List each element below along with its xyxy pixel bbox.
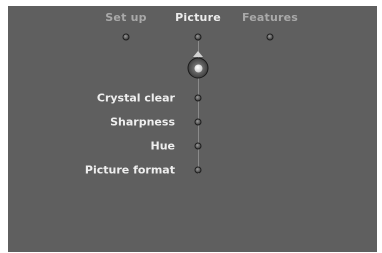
cursor-highlight-icon	[194, 64, 202, 72]
menu-item-picture-format-dot-icon[interactable]	[194, 166, 202, 174]
menu-item-sharpness-dot-icon[interactable]	[194, 118, 202, 126]
menu-item-hue-dot-icon[interactable]	[194, 142, 202, 150]
tab-features-dot-icon[interactable]	[266, 33, 274, 41]
menu-item-picture-format[interactable]: Picture format	[85, 164, 175, 177]
tab-setup-dot-icon[interactable]	[122, 33, 130, 41]
selected-item-cursor-icon[interactable]	[187, 57, 209, 79]
tab-picture-dot-icon[interactable]	[194, 33, 202, 41]
menu-item-hue[interactable]: Hue	[151, 140, 176, 153]
tab-picture[interactable]: Picture	[175, 11, 221, 24]
scroll-up-arrow-icon	[193, 51, 203, 57]
tab-features[interactable]: Features	[242, 11, 298, 24]
tab-setup[interactable]: Set up	[105, 11, 146, 24]
menu-item-sharpness[interactable]: Sharpness	[110, 116, 175, 129]
menu-item-crystal-clear[interactable]: Crystal clear	[97, 92, 175, 105]
menu-item-crystal-clear-dot-icon[interactable]	[194, 94, 202, 102]
tv-menu-screen: Set up Picture Features Crystal clear Sh…	[8, 6, 377, 252]
